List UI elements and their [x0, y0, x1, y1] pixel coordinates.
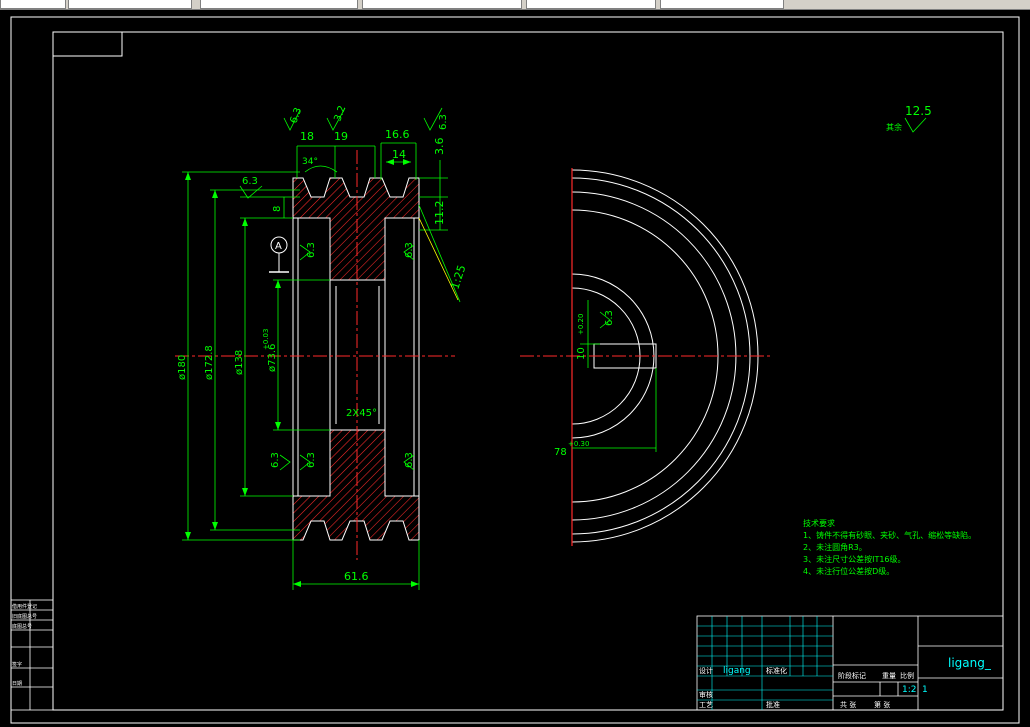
toolbar-tab[interactable] — [660, 0, 784, 9]
datum-a-symbol: A — [269, 236, 289, 273]
keyway-depth: 10 — [576, 347, 587, 360]
dim-11-2: 11.2 — [433, 201, 446, 226]
tb-drawing-name: ligang_ — [948, 656, 992, 670]
hub-dim-78: 78 — [554, 447, 567, 458]
dim-dia-73-6-tol: +0.03 — [262, 329, 270, 350]
dim-61-6: 61.6 — [344, 570, 369, 583]
dim-16-6: 16.6 — [385, 128, 410, 141]
dim-angle-34: 34° — [302, 157, 318, 167]
dim-14: 14 — [392, 148, 406, 161]
sheet-frame — [10, 16, 1020, 724]
tb-scale-value: 1:2 — [902, 685, 916, 695]
tb-process-label: 工艺 — [699, 701, 713, 709]
title-block-grid — [697, 616, 833, 710]
tb-standardized-label: 标准化 — [766, 666, 787, 675]
tb-sheet-value: 1 — [922, 685, 928, 695]
rough-6-3-bore-upper-left: 6.3 — [306, 242, 317, 258]
general-roughness: 其余 12.5 — [886, 104, 932, 133]
keyway-depth-tol: +0.20 — [577, 314, 585, 335]
rough-6-3-lower-right: 6.3 — [404, 452, 415, 468]
dim-dia-172-8: ø172.8 — [204, 345, 215, 380]
tb-sheet-no: 第 张 — [874, 700, 890, 709]
window-toolbar-strip — [0, 0, 1030, 10]
toolbar-tab[interactable] — [68, 0, 192, 9]
toolbar-tab[interactable] — [362, 0, 522, 9]
section-view — [175, 150, 455, 560]
side-row-2: 旧底图总号 — [12, 613, 37, 620]
rough-3-2-top: 3.2 — [332, 104, 348, 123]
rough-6-3-top-right: 6.3 — [438, 114, 449, 130]
rough-6-3-left: 6.3 — [242, 176, 258, 187]
side-table-text: 借用件登记 旧底图总号 底图总号 签字 日期 — [12, 603, 37, 687]
datum-label: A — [275, 241, 282, 252]
keyway-roughness: 6.3 — [604, 310, 615, 326]
tb-total-sheets: 共 张 — [840, 700, 856, 709]
dim-8: 8 — [272, 206, 283, 212]
tech-item-1: 1、铸件不得有砂眼、夹砂、气孔、缩松等缺陷。 — [803, 530, 976, 540]
dim-dia-180: ø180 — [177, 355, 188, 380]
lower-rim-section — [292, 429, 420, 541]
dim-3-6: 3.6 — [433, 138, 446, 156]
side-row-1: 借用件登记 — [12, 603, 37, 610]
general-roughness-value: 12.5 — [905, 104, 932, 118]
rough-6-3-lower-mid: 6.3 — [306, 452, 317, 468]
tb-stage-label: 阶段标记 — [838, 671, 866, 680]
hub-dim-tol: +0.30 — [568, 440, 589, 448]
dim-18: 18 — [300, 130, 314, 143]
tb-ratio-label: 比例 — [900, 671, 914, 680]
tech-item-4: 4、未注行位公差按D级。 — [803, 566, 894, 576]
side-row-5: 日期 — [12, 681, 22, 687]
toolbar-tab[interactable] — [200, 0, 358, 9]
chamfer-label: 2X45° — [346, 408, 377, 419]
tb-designed-label: 设计 — [699, 666, 713, 675]
tech-title: 技术要求 — [803, 518, 835, 528]
end-view — [520, 168, 770, 546]
rough-6-3-top-left: 6.3 — [288, 106, 304, 125]
upper-rim-section — [292, 177, 420, 281]
rough-6-3-lower-left: 6.3 — [270, 452, 281, 468]
cad-drawing-canvas[interactable]: 18 19 16.6 14 34° 3.6 11.2 1:25 8 ø180 ø… — [0, 10, 1030, 727]
rough-6-3-bore-upper-right: 6.3 — [404, 242, 415, 258]
tech-requirements: 技术要求 1、铸件不得有砂眼、夹砂、气孔、缩松等缺陷。 2、未注圆角R3。 3、… — [803, 518, 976, 576]
dim-19: 19 — [334, 130, 348, 143]
tb-approved-label: 批准 — [766, 700, 780, 709]
general-roughness-label: 其余 — [886, 122, 902, 132]
side-row-3: 底图总号 — [12, 623, 32, 630]
tb-checked-label: 审核 — [699, 690, 713, 699]
title-block-text: 设计 ligang 标准化 审核 工艺 批准 阶段标记 重量 比例 1:2 1 … — [699, 656, 992, 709]
dim-dia-138: ø138 — [234, 350, 245, 375]
end-view-labels: 10 +0.20 6.3 78 +0.30 — [554, 310, 615, 458]
side-row-4: 签字 — [12, 661, 22, 668]
toolbar-tab[interactable] — [0, 0, 66, 9]
tb-weight-label: 重量 — [882, 672, 896, 680]
roughness-symbols — [239, 107, 443, 471]
toolbar-tab[interactable] — [526, 0, 656, 9]
tb-designer-name: ligang — [723, 666, 751, 676]
tech-item-3: 3、未注尺寸公差按IT16级。 — [803, 554, 906, 564]
tech-item-2: 2、未注圆角R3。 — [803, 542, 867, 552]
